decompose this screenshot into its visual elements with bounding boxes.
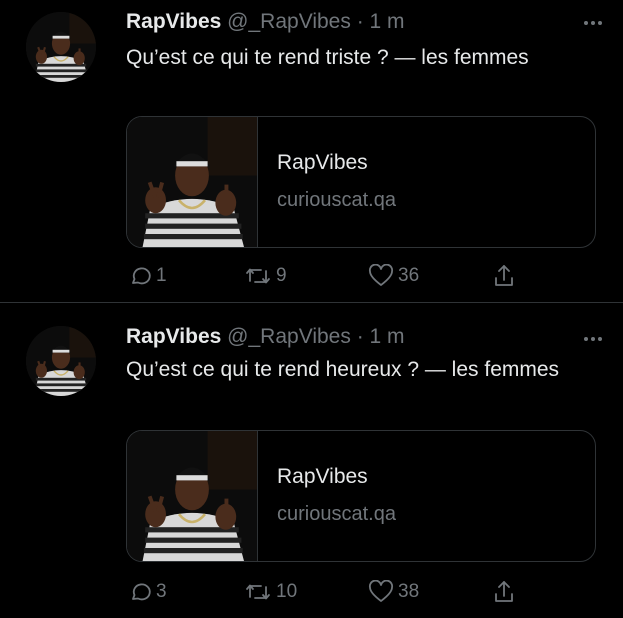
more-dots-icon[interactable] <box>583 326 603 347</box>
tweet[interactable]: RapVibes @_RapVibes · 1 m Qu’est ce qui … <box>0 304 623 618</box>
timestamp[interactable]: 1 m <box>370 325 405 348</box>
share-icon <box>495 265 513 286</box>
tweet-text: Qu’est ce qui te rend triste ? — les fem… <box>126 46 529 69</box>
link-card[interactable]: RapVibes curiouscat.qa <box>126 116 596 248</box>
share-button[interactable] <box>492 578 516 606</box>
reply-count: 1 <box>156 265 167 286</box>
card-domain: curiouscat.qa <box>277 189 396 211</box>
reply-button[interactable]: 1 <box>128 262 167 290</box>
card-title: RapVibes <box>277 465 368 488</box>
tweet[interactable]: RapVibes @_RapVibes · 1 m Qu’est ce qui … <box>0 0 623 302</box>
card-thumbnail <box>127 431 258 561</box>
separator: · <box>356 10 364 33</box>
card-domain: curiouscat.qa <box>277 503 396 525</box>
retweet-button[interactable]: 9 <box>244 262 287 290</box>
retweet-count: 9 <box>276 265 287 286</box>
link-card[interactable]: RapVibes curiouscat.qa <box>126 430 596 562</box>
tweet-header: RapVibes @_RapVibes · 1 m <box>126 324 405 350</box>
reply-button[interactable]: 3 <box>128 578 167 606</box>
like-button[interactable]: 36 <box>368 262 419 290</box>
separator: · <box>356 325 364 348</box>
retweet-icon <box>246 584 270 600</box>
card-thumbnail <box>127 117 258 247</box>
reply-icon <box>132 583 151 601</box>
user-handle[interactable]: @_RapVibes <box>227 10 351 33</box>
card-title: RapVibes <box>277 151 368 174</box>
avatar[interactable] <box>26 326 96 396</box>
retweet-icon <box>246 268 270 284</box>
display-name[interactable]: RapVibes <box>126 10 221 33</box>
timestamp[interactable]: 1 m <box>370 10 405 33</box>
share-button[interactable] <box>492 262 516 290</box>
tweet-actions: 3 10 38 <box>126 578 546 606</box>
tweet-header: RapVibes @_RapVibes · 1 m <box>126 9 405 35</box>
divider <box>0 302 623 303</box>
more-dots-icon[interactable] <box>583 10 603 31</box>
tweet-text: Qu’est ce qui te rend heureux ? — les fe… <box>126 358 560 381</box>
share-icon <box>495 581 513 602</box>
reply-count: 3 <box>156 581 167 602</box>
display-name[interactable]: RapVibes <box>126 325 221 348</box>
avatar[interactable] <box>26 12 96 82</box>
heart-icon <box>369 264 393 286</box>
retweet-count: 10 <box>276 581 298 602</box>
reply-icon <box>132 267 151 285</box>
heart-icon <box>369 580 393 602</box>
user-handle[interactable]: @_RapVibes <box>227 325 351 348</box>
like-count: 36 <box>398 265 420 286</box>
like-button[interactable]: 38 <box>368 578 419 606</box>
retweet-button[interactable]: 10 <box>244 578 297 606</box>
tweet-actions: 1 9 36 <box>126 262 546 290</box>
like-count: 38 <box>398 581 420 602</box>
